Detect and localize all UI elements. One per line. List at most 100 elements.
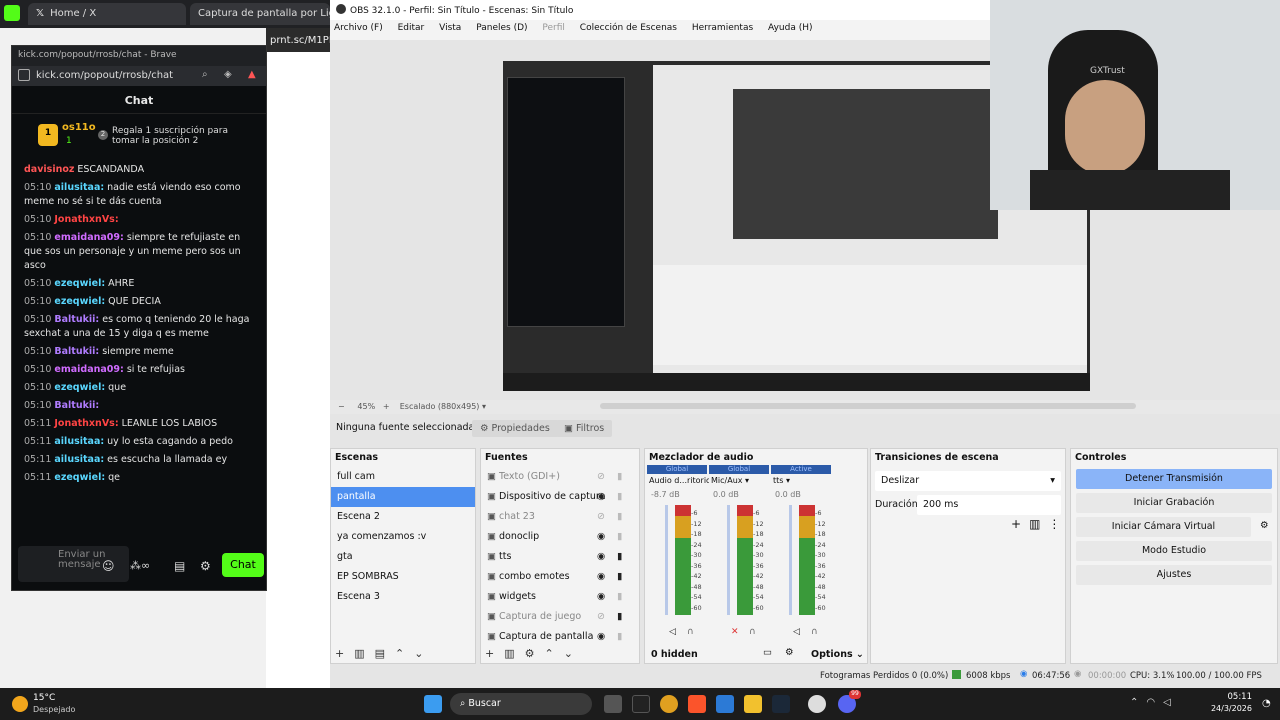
message-user[interactable]: Baltukii: xyxy=(54,346,99,357)
channel-name[interactable]: Mic/Aux ▾ xyxy=(711,476,771,485)
message-user[interactable]: davisinoz xyxy=(24,164,74,175)
duration-input[interactable]: 200 ms xyxy=(917,495,1061,515)
gear-icon[interactable]: ⚙ xyxy=(200,559,211,573)
message-user[interactable]: emaidana09: xyxy=(54,364,123,375)
scene-item[interactable]: EP SOMBRAS xyxy=(331,567,475,587)
source-item[interactable]: ▣ Captura de pantalla ◉ ▮ xyxy=(481,627,639,647)
epic-games-icon[interactable] xyxy=(632,695,650,713)
task-view-icon[interactable] xyxy=(604,695,622,713)
scale-mode[interactable]: Escalado (880x495) xyxy=(400,402,480,411)
brave-icon[interactable] xyxy=(688,695,706,713)
headphones-icon[interactable]: ∩ xyxy=(687,627,694,637)
eye-off-icon[interactable]: ⊘ xyxy=(597,511,605,522)
source-item[interactable]: ▣ Captura de juego ⊘ ▮ xyxy=(481,607,639,627)
weather-temp[interactable]: 15°C xyxy=(33,693,55,703)
properties-button[interactable]: ⚙ Propiedades xyxy=(472,420,558,437)
filters-button[interactable]: ▣ Filtros xyxy=(556,420,613,437)
speaker-icon[interactable]: ◁ xyxy=(669,627,676,637)
menu-vista[interactable]: Vista xyxy=(439,23,461,33)
source-item[interactable]: ▣ donoclip ◉ ▮ xyxy=(481,527,639,547)
menu-perfil[interactable]: Perfil xyxy=(542,23,565,33)
start-recording-button[interactable]: Iniciar Grabación xyxy=(1076,493,1272,513)
message-user[interactable]: emaidana09: xyxy=(54,232,123,243)
browser-tab-lightshot[interactable]: Captura de pantalla por Lightsh xyxy=(190,3,330,25)
speaker-icon[interactable]: ◁ xyxy=(793,627,800,637)
chevron-up-icon[interactable]: ⌃ xyxy=(395,647,414,660)
stop-stream-button[interactable]: Detener Transmisión xyxy=(1076,469,1272,489)
virtual-camera-button[interactable]: Iniciar Cámara Virtual ⚙ xyxy=(1076,517,1269,537)
volume-fader[interactable] xyxy=(665,505,668,615)
chevron-up-icon[interactable]: ⌃ xyxy=(545,647,564,660)
store-icon[interactable]: ▤ xyxy=(174,559,185,573)
obs-taskbar-icon[interactable] xyxy=(808,695,826,713)
scene-item[interactable]: pantalla xyxy=(331,487,475,507)
lock-icon[interactable]: ▮ xyxy=(617,611,622,622)
more-icon[interactable]: ⋮ xyxy=(1048,517,1068,531)
chrome-icon[interactable] xyxy=(660,695,678,713)
brave-rewards-icon[interactable]: ▲ xyxy=(248,69,256,80)
muted-speaker-icon[interactable]: ✕ xyxy=(731,627,739,637)
zoom-plus[interactable]: + xyxy=(383,402,390,411)
message-user[interactable]: JonathxnVs: xyxy=(54,418,118,429)
gear-icon[interactable]: ⚙ xyxy=(525,647,545,660)
scene-item[interactable]: ya comenzamos :v xyxy=(331,527,475,547)
file-explorer-icon[interactable] xyxy=(744,695,762,713)
windows-start-icon[interactable] xyxy=(424,695,442,713)
unlock-icon[interactable]: ▮ xyxy=(617,491,622,502)
eye-icon[interactable]: ◉ xyxy=(597,591,605,602)
preview-scrollbar[interactable] xyxy=(600,403,1136,409)
menu-ayuda[interactable]: Ayuda (H) xyxy=(768,23,812,33)
brave-shield-icon[interactable]: ◈ xyxy=(224,69,232,80)
volume-icon[interactable]: ◁ xyxy=(1163,697,1179,708)
gear-icon[interactable]: ⚙ xyxy=(785,647,794,658)
headphones-icon[interactable]: ∩ xyxy=(811,627,818,637)
source-item[interactable]: ▣ widgets ◉ ▮ xyxy=(481,587,639,607)
zoom-icon[interactable]: ⌕ xyxy=(202,69,208,80)
unlock-icon[interactable]: ▮ xyxy=(617,591,622,602)
message-user[interactable]: Baltukii: xyxy=(54,314,99,325)
message-user[interactable]: ezeqwiel: xyxy=(54,278,105,289)
eye-icon[interactable]: ◉ xyxy=(597,531,605,542)
chat-url-bar[interactable]: kick.com/popout/rrosb/chat ⌕ ◈ ▲ xyxy=(12,66,266,86)
lock-icon[interactable]: ▮ xyxy=(617,571,622,582)
trash-icon[interactable]: ▥ xyxy=(354,647,374,660)
settings-icon[interactable] xyxy=(18,69,30,81)
volume-fader[interactable] xyxy=(789,505,792,615)
transition-select[interactable]: Deslizar ▾ xyxy=(875,471,1061,491)
address-fragment[interactable]: prnt.sc/M1PFr xyxy=(266,30,338,50)
eye-icon[interactable]: ◉ xyxy=(597,491,605,502)
message-user[interactable]: ezeqwiel: xyxy=(54,472,105,483)
message-user[interactable]: ailusitaa: xyxy=(54,436,104,447)
settings-button[interactable]: Ajustes xyxy=(1076,565,1272,585)
emote-combo-icon[interactable]: ⁂∞ xyxy=(130,559,150,572)
zoom-minus[interactable]: − xyxy=(338,402,345,411)
chevron-down-icon[interactable]: ⌄ xyxy=(414,647,433,660)
mixer-options[interactable]: Options ⌄ xyxy=(811,649,864,660)
scene-item[interactable]: full cam xyxy=(331,467,475,487)
menu-archivo[interactable]: Archivo (F) xyxy=(334,23,383,33)
store-icon[interactable] xyxy=(716,695,734,713)
message-user[interactable]: ezeqwiel: xyxy=(54,296,105,307)
eye-icon[interactable]: ◉ xyxy=(597,631,605,642)
trash-icon[interactable]: ▥ xyxy=(504,647,524,660)
studio-mode-button[interactable]: Modo Estudio xyxy=(1076,541,1272,561)
channel-name[interactable]: Audio d...ritorio ▾ xyxy=(649,476,709,485)
eye-icon[interactable]: ◉ xyxy=(597,571,605,582)
gear-icon[interactable]: ⚙ xyxy=(1260,520,1269,531)
scale-dropdown-icon[interactable]: ▾ xyxy=(482,402,486,411)
add-icon[interactable]: + xyxy=(485,647,504,660)
scene-item[interactable]: gta xyxy=(331,547,475,567)
message-user[interactable]: ailusitaa: xyxy=(54,182,104,193)
menu-herramientas[interactable]: Herramientas xyxy=(692,23,753,33)
eye-off-icon[interactable]: ⊘ xyxy=(597,471,605,482)
volume-fader[interactable] xyxy=(727,505,730,615)
trash-icon[interactable]: ▥ xyxy=(1029,517,1048,531)
eye-off-icon[interactable]: ⊘ xyxy=(597,611,605,622)
send-chat-button[interactable]: Chat xyxy=(222,553,264,577)
taskbar-search[interactable]: ⌕ Buscar xyxy=(450,693,592,715)
emoji-icon[interactable]: ☺ xyxy=(102,559,115,573)
browser-tab-x[interactable]: 𝕏 Home / X xyxy=(28,3,186,25)
menu-coleccion[interactable]: Colección de Escenas xyxy=(580,23,677,33)
unlock-icon[interactable]: ▮ xyxy=(617,631,622,642)
unlock-icon[interactable]: ▮ xyxy=(617,531,622,542)
